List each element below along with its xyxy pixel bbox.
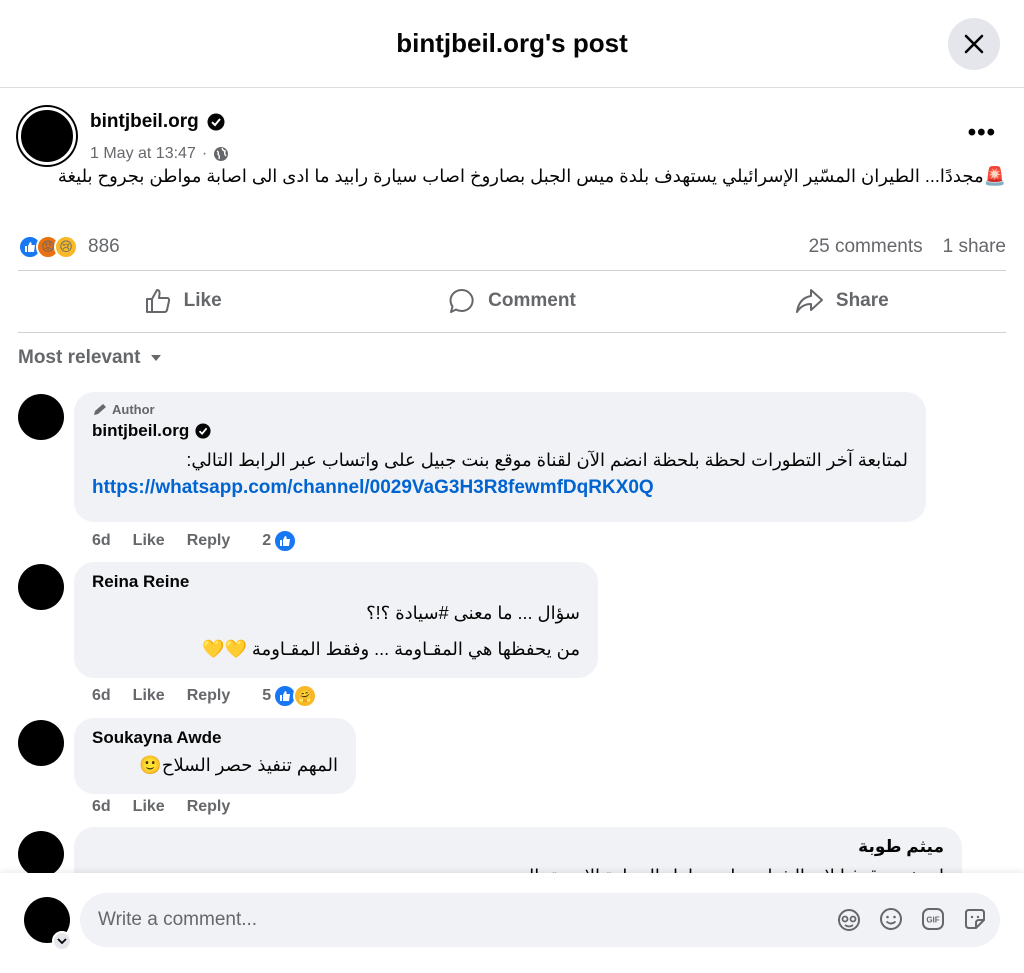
reaction-icons: 😡 😢 <box>18 235 78 259</box>
comment-reaction-count: 2 <box>262 532 272 549</box>
comment-reactions[interactable]: 5 🤗 <box>262 684 318 708</box>
emoji-icon[interactable] <box>878 906 904 932</box>
author-tag: Author <box>92 402 908 417</box>
composer-tools: GIF <box>836 906 988 932</box>
comment-text: لمتابعة آخر التطورات لحظة بلحظة انضم الآ… <box>186 450 908 470</box>
post-actions: Like Comment Share <box>18 273 1006 329</box>
gif-icon[interactable]: GIF <box>920 906 946 932</box>
post-more-options-icon[interactable]: ••• <box>968 119 996 147</box>
comment-age[interactable]: 6d <box>92 798 111 816</box>
author-tag-label: Author <box>112 402 155 417</box>
verified-badge-icon <box>207 113 225 131</box>
dialog-header: bintjbeil.org's post <box>0 0 1024 88</box>
post-timestamp[interactable]: 1 May at 13:47 <box>90 145 196 163</box>
comment: Soukayna Awde المهم تنفيذ حصر السلاح🙂 6d… <box>18 718 978 830</box>
divider <box>18 332 1006 333</box>
comments-count[interactable]: 25 comments <box>809 236 923 258</box>
comment-age[interactable]: 6d <box>92 532 111 550</box>
comment: Author bintjbeil.org لمتابعة آخر التطورا… <box>18 392 978 554</box>
comment-text: المهم تنفيذ حصر السلاح🙂 <box>139 755 338 775</box>
like-button[interactable]: Like <box>18 273 347 329</box>
comment-sort-dropdown[interactable]: Most relevant <box>18 347 162 369</box>
stats-right: 25 comments 1 share <box>809 236 1006 258</box>
commenter-name-text[interactable]: Soukayna Awde <box>92 728 221 748</box>
comment-button[interactable]: Comment <box>347 273 676 329</box>
post-meta: 1 May at 13:47 · <box>90 145 229 163</box>
profile-switch-chevron-icon[interactable] <box>52 931 72 951</box>
commenter-name: Soukayna Awde <box>92 728 338 748</box>
comment-reply-button[interactable]: Reply <box>187 687 231 705</box>
comment-bubble: Author bintjbeil.org لمتابعة آخر التطورا… <box>74 392 926 522</box>
post-text: 🚨مجددًا... الطيران المسّير الإسرائيلي يس… <box>57 166 1006 186</box>
comment-icon <box>449 288 474 313</box>
meta-separator: · <box>201 145 208 162</box>
commenter-name-text[interactable]: bintjbeil.org <box>92 421 189 441</box>
comment-text-line: من يحفظها هي المقـاومة ... وفقط المقـاوم… <box>202 639 580 659</box>
reactions-summary[interactable]: 😡 😢 886 <box>18 235 120 259</box>
comment-reply-button[interactable]: Reply <box>187 532 231 550</box>
comment-age[interactable]: 6d <box>92 687 111 705</box>
comment-like-button[interactable]: Like <box>133 532 165 550</box>
commenter-avatar[interactable] <box>18 564 64 610</box>
share-label: Share <box>835 290 889 311</box>
commenter-name: ميثم طوبة <box>92 837 944 857</box>
comment-text: استغرب قرفيا لانه الشباب ما بتستاهل السي… <box>92 863 944 873</box>
whatsapp-channel-link[interactable]: https://whatsapp.com/channel/0029VaG3H3R… <box>92 477 908 499</box>
share-icon <box>795 289 823 313</box>
commenter-name: Reina Reine <box>92 572 580 592</box>
pencil-icon <box>94 403 106 415</box>
comment-bubble: ميثم طوبة استغرب قرفيا لانه الشباب ما بت… <box>74 827 962 873</box>
comment-bubble: Soukayna Awde المهم تنفيذ حصر السلاح🙂 <box>74 718 356 794</box>
comment-reaction-count: 5 <box>262 687 272 704</box>
shares-count[interactable]: 1 share <box>943 236 1006 258</box>
sticker-icon[interactable] <box>962 906 988 932</box>
sort-label: Most relevant <box>18 347 141 368</box>
commenter-name-text[interactable]: ميثم طوبة <box>858 837 944 857</box>
comment-bubble: Reina Reine سؤال ... ما معنى #سيادة ؟!؟ … <box>74 562 598 678</box>
thumbs-up-icon <box>145 289 170 313</box>
commenter-avatar[interactable] <box>18 720 64 766</box>
post-stats: 😡 😢 886 25 comments 1 share <box>18 231 1006 263</box>
comment: Reina Reine سؤال ... ما معنى #سيادة ؟!؟ … <box>18 562 978 714</box>
comment-reply-button[interactable]: Reply <box>187 798 231 816</box>
comment-like-button[interactable]: Like <box>133 798 165 816</box>
caret-down-icon <box>151 355 162 361</box>
post-author-avatar[interactable] <box>18 107 76 165</box>
dialog-content: bintjbeil.org 1 May at 13:47 · ••• 🚨مجدد… <box>0 89 1024 873</box>
comment-like-button[interactable]: Like <box>133 687 165 705</box>
comment-actions: 6d Like Reply 5 🤗 <box>92 684 318 708</box>
sad-reaction-icon: 😢 <box>54 235 78 259</box>
close-button[interactable] <box>948 18 1000 70</box>
comment-reactions[interactable]: 2 <box>262 529 298 553</box>
share-button[interactable]: Share <box>677 273 1006 329</box>
like-label: Like <box>183 290 222 311</box>
verified-badge-icon <box>195 423 211 439</box>
divider <box>18 270 1006 271</box>
commenter-avatar[interactable] <box>18 394 64 440</box>
globe-icon <box>214 147 229 161</box>
post-author-name[interactable]: bintjbeil.org <box>90 111 199 133</box>
like-reaction-icon <box>273 529 298 553</box>
care-reaction-icon: 🤗 <box>293 684 318 708</box>
close-icon <box>964 34 984 54</box>
comment-label: Comment <box>488 290 576 311</box>
dialog-title: bintjbeil.org's post <box>396 28 628 58</box>
comment-composer: GIF <box>0 873 1024 973</box>
reactions-count: 886 <box>88 236 120 257</box>
commenter-name: bintjbeil.org <box>92 421 908 441</box>
comment-text-line: سؤال ... ما معنى #سيادة ؟!؟ <box>366 603 580 623</box>
comment-actions: 6d Like Reply <box>92 798 230 816</box>
svg-text:GIF: GIF <box>926 916 939 925</box>
comment: ميثم طوبة استغرب قرفيا لانه الشباب ما بت… <box>18 827 978 873</box>
commenter-avatar[interactable] <box>18 831 64 873</box>
post-dialog: bintjbeil.org's post bintjbeil.org 1 May… <box>0 0 1024 973</box>
avatar-sticker-icon[interactable] <box>836 906 862 932</box>
post-author: bintjbeil.org <box>90 111 225 133</box>
comment-actions: 6d Like Reply 2 <box>92 529 298 553</box>
commenter-name-text[interactable]: Reina Reine <box>92 572 189 592</box>
